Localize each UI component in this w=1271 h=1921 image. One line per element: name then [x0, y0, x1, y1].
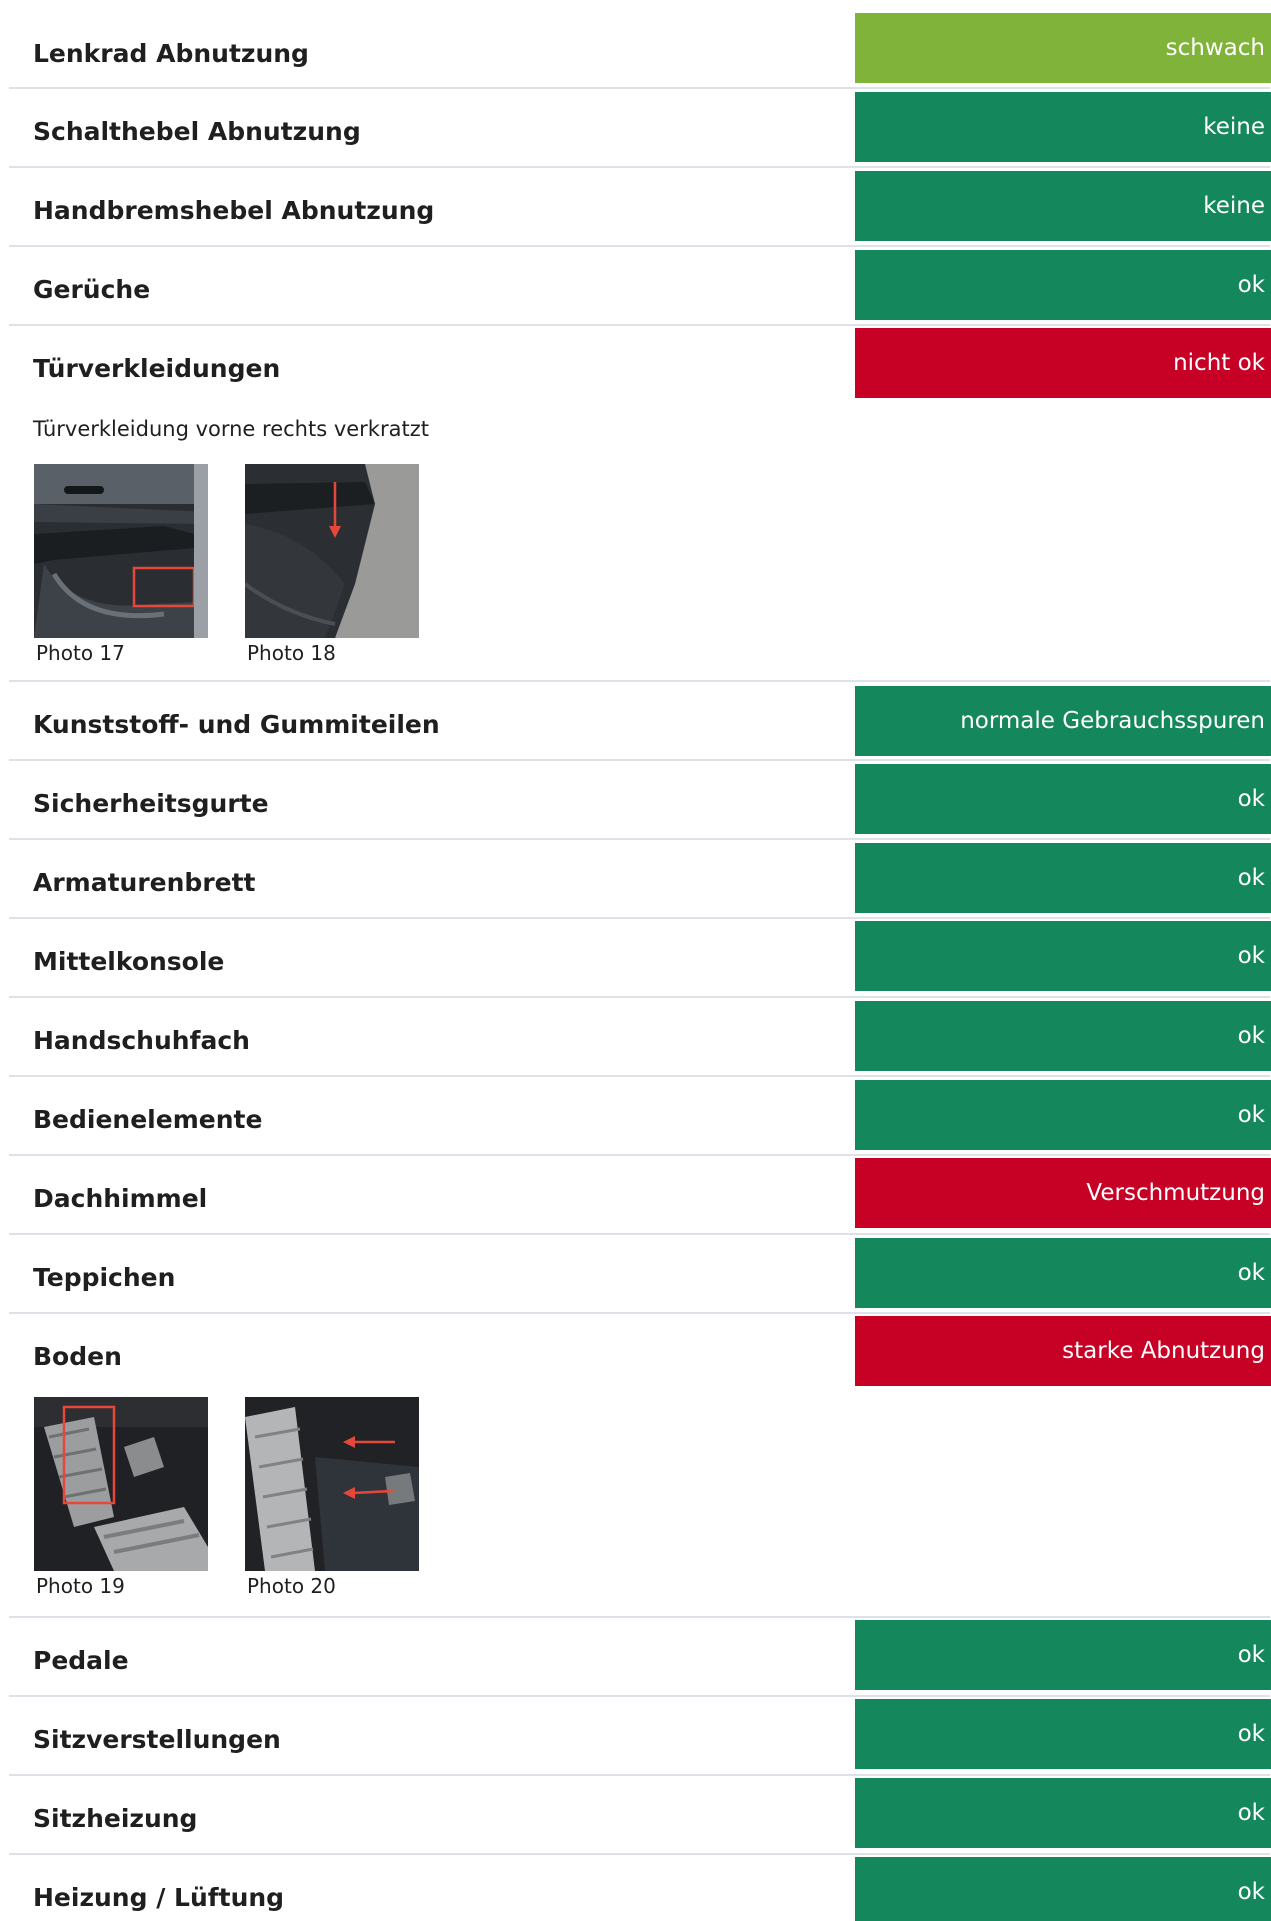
- row-label: Sitzverstellungen: [33, 1725, 281, 1754]
- inspection-row-headliner: Dachhimmel Verschmutzung: [9, 1156, 1271, 1233]
- status-badge: normale Gebrauchsspuren: [855, 686, 1271, 756]
- row-label: Mittelkonsole: [33, 947, 225, 976]
- status-badge: ok: [855, 1620, 1271, 1690]
- row-label: Pedale: [33, 1646, 129, 1675]
- row-label: Kunststoff- und Gummiteilen: [33, 710, 440, 739]
- inspection-row-seatbelts: Sicherheitsgurte ok: [9, 761, 1271, 838]
- damage-note: Türverkleidung vorne rechts verkratzt: [33, 417, 429, 441]
- status-badge: Verschmutzung: [855, 1158, 1271, 1228]
- status-badge: ok: [855, 1080, 1271, 1150]
- inspection-row-controls: Bedienelemente ok: [9, 1077, 1271, 1154]
- inspection-row-seat-adjustments: Sitzverstellungen ok: [9, 1697, 1271, 1774]
- status-badge: ok: [855, 1857, 1271, 1921]
- status-badge: ok: [855, 1699, 1271, 1769]
- row-label: Teppichen: [33, 1263, 176, 1292]
- row-label: Boden: [33, 1342, 122, 1371]
- row-label: Handbremshebel Abnutzung: [33, 196, 435, 225]
- photo-thumbnail[interactable]: Photo 20: [245, 1397, 419, 1599]
- status-badge: starke Abnutzung: [855, 1316, 1271, 1386]
- row-label: Lenkrad Abnutzung: [33, 39, 309, 68]
- inspection-row-center-console: Mittelkonsole ok: [9, 919, 1271, 996]
- row-label: Schalthebel Abnutzung: [33, 117, 361, 146]
- inspection-row-pedals: Pedale ok: [9, 1618, 1271, 1695]
- status-badge: keine: [855, 171, 1271, 241]
- inspection-row-floor: Boden starke Abnutzung Photo 19 Photo 20: [9, 1314, 1271, 1616]
- status-badge: ok: [855, 1778, 1271, 1848]
- floor-photo-20: [245, 1397, 419, 1571]
- photo-thumbnail[interactable]: Photo 19: [34, 1397, 208, 1599]
- inspection-report: Lenkrad Abnutzung schwach Schalthebel Ab…: [0, 0, 1271, 1921]
- row-label: Handschuhfach: [33, 1026, 250, 1055]
- status-badge: keine: [855, 92, 1271, 162]
- row-label: Sitzheizung: [33, 1804, 198, 1833]
- status-badge: ok: [855, 1238, 1271, 1308]
- photo-thumbnail[interactable]: Photo 17: [34, 464, 208, 666]
- row-label: Dachhimmel: [33, 1184, 208, 1213]
- inspection-row-heating-ventilation: Heizung / Lüftung ok: [9, 1855, 1271, 1921]
- row-label: Gerüche: [33, 275, 151, 304]
- row-label: Bedienelemente: [33, 1105, 263, 1134]
- inspection-row-carpets: Teppichen ok: [9, 1235, 1271, 1312]
- row-label: Türverkleidungen: [33, 354, 281, 383]
- status-badge: ok: [855, 1001, 1271, 1071]
- inspection-row-handbrake: Handbremshebel Abnutzung keine: [9, 168, 1271, 245]
- inspection-row-gear-lever: Schalthebel Abnutzung keine: [9, 89, 1271, 166]
- inspection-row-seat-heating: Sitzheizung ok: [9, 1776, 1271, 1853]
- status-badge: ok: [855, 921, 1271, 991]
- photo-caption: Photo 17: [36, 641, 125, 665]
- inspection-row-glovebox: Handschuhfach ok: [9, 998, 1271, 1075]
- photo-caption: Photo 19: [36, 1574, 125, 1598]
- inspection-row-plastic-rubber: Kunststoff- und Gummiteilen normale Gebr…: [9, 682, 1271, 759]
- status-badge: schwach: [855, 13, 1271, 83]
- inspection-row-dashboard: Armaturenbrett ok: [9, 840, 1271, 917]
- row-label: Armaturenbrett: [33, 868, 256, 897]
- floor-photo-19: [34, 1397, 208, 1571]
- status-badge: ok: [855, 764, 1271, 834]
- inspection-row-steering-wheel: Lenkrad Abnutzung schwach: [9, 0, 1271, 88]
- row-label: Heizung / Lüftung: [33, 1883, 285, 1912]
- inspection-row-door-panels: Türverkleidungen nicht ok Türverkleidung…: [9, 326, 1271, 679]
- status-badge: nicht ok: [855, 328, 1271, 398]
- door-panel-photo-18: [245, 464, 419, 638]
- status-badge: ok: [855, 843, 1271, 913]
- photo-caption: Photo 18: [247, 641, 336, 665]
- door-panel-photo-17: [34, 464, 208, 638]
- row-label: Sicherheitsgurte: [33, 789, 269, 818]
- photo-caption: Photo 20: [247, 1574, 336, 1598]
- inspection-row-odors: Gerüche ok: [9, 247, 1271, 324]
- photo-thumbnail[interactable]: Photo 18: [245, 464, 419, 666]
- status-badge: ok: [855, 250, 1271, 320]
